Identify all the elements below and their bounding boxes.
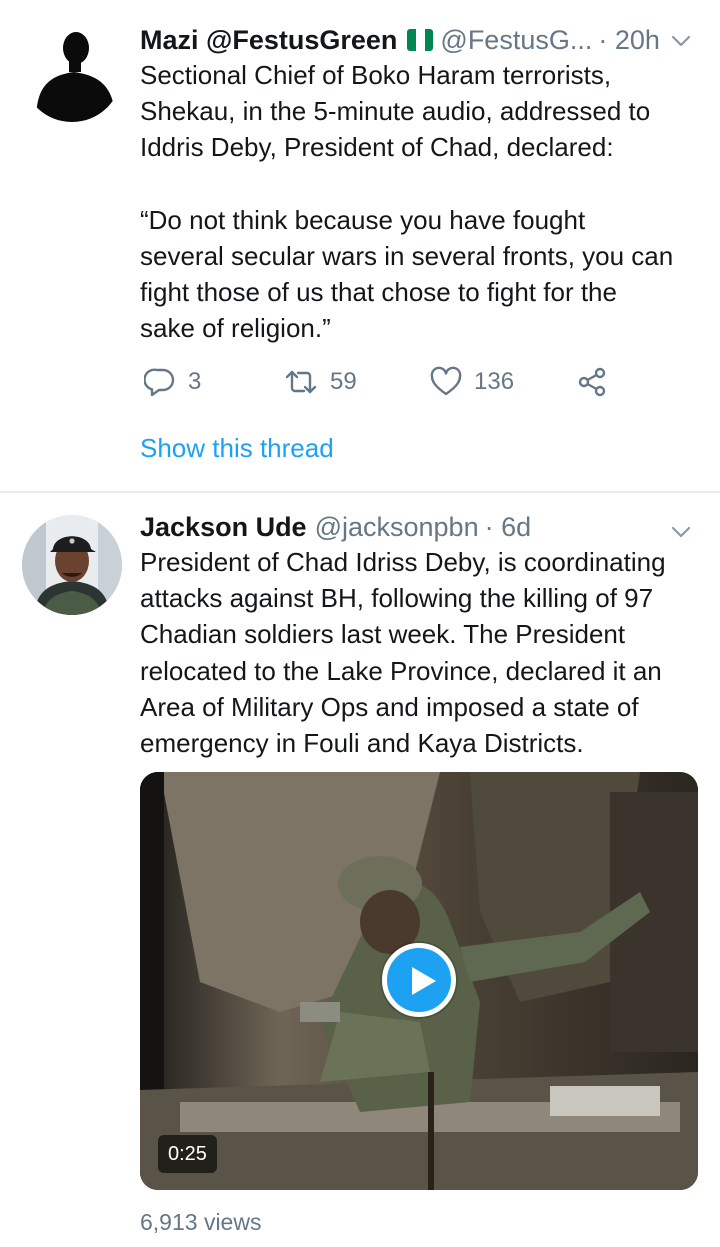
video-player[interactable]: 0:25 bbox=[140, 772, 698, 1190]
retweet-button[interactable]: 59 bbox=[284, 362, 357, 402]
tweet-header: Mazi @FestusGreen @FestusG... · 20h bbox=[140, 22, 702, 58]
tweet-jacksonude[interactable]: Jackson Ude @jacksonpbn · 6d President o… bbox=[0, 493, 720, 1247]
play-button[interactable] bbox=[382, 943, 456, 1017]
tweet-paragraph: President of Chad Idriss Deby, is coordi… bbox=[140, 547, 666, 759]
tweet-text: Sectional Chief of Boko Haram terrorists… bbox=[140, 57, 705, 346]
nigeria-flag-icon bbox=[407, 29, 434, 51]
avatar[interactable] bbox=[22, 515, 122, 615]
like-count: 136 bbox=[474, 368, 515, 395]
tweet-header: Jackson Ude @jacksonpbn · 6d bbox=[140, 509, 702, 545]
view-count: 6,913 views bbox=[140, 1209, 262, 1235]
play-icon bbox=[412, 967, 436, 995]
chevron-down-icon[interactable] bbox=[668, 519, 694, 545]
user-handle[interactable]: @FestusG... bbox=[440, 25, 592, 56]
tweet-actions: 3 59 136 bbox=[140, 362, 620, 402]
show-thread-link[interactable]: Show this thread bbox=[140, 433, 334, 464]
timestamp[interactable]: · 20h bbox=[598, 25, 660, 56]
display-name[interactable]: Jackson Ude bbox=[140, 512, 307, 543]
reply-button[interactable]: 3 bbox=[144, 362, 201, 402]
video-duration: 0:25 bbox=[158, 1135, 217, 1173]
like-button[interactable]: 136 bbox=[430, 362, 514, 402]
avatar-photo bbox=[22, 515, 122, 615]
heart-icon bbox=[430, 366, 462, 396]
reply-icon bbox=[144, 368, 175, 397]
tweet-text: President of Chad Idriss Deby, is coordi… bbox=[140, 544, 705, 761]
retweet-icon bbox=[285, 370, 317, 394]
reply-count: 3 bbox=[188, 368, 202, 395]
retweet-count: 59 bbox=[330, 368, 357, 395]
share-button[interactable] bbox=[576, 362, 608, 402]
tweet-paragraph: “Do not think because you have fought se… bbox=[140, 204, 674, 344]
avatar[interactable] bbox=[22, 22, 122, 122]
tweet-festusgreen[interactable]: Mazi @FestusGreen @FestusG... · 20h Sect… bbox=[0, 0, 720, 492]
tweet-paragraph: Sectional Chief of Boko Haram terrorists… bbox=[140, 60, 651, 163]
display-name[interactable]: Mazi @FestusGreen bbox=[140, 25, 397, 56]
timestamp[interactable]: · 6d bbox=[485, 512, 532, 543]
chevron-down-icon[interactable] bbox=[668, 28, 694, 54]
share-icon bbox=[578, 367, 606, 397]
avatar-silhouette bbox=[22, 22, 122, 122]
user-handle[interactable]: @jacksonpbn bbox=[315, 512, 479, 543]
